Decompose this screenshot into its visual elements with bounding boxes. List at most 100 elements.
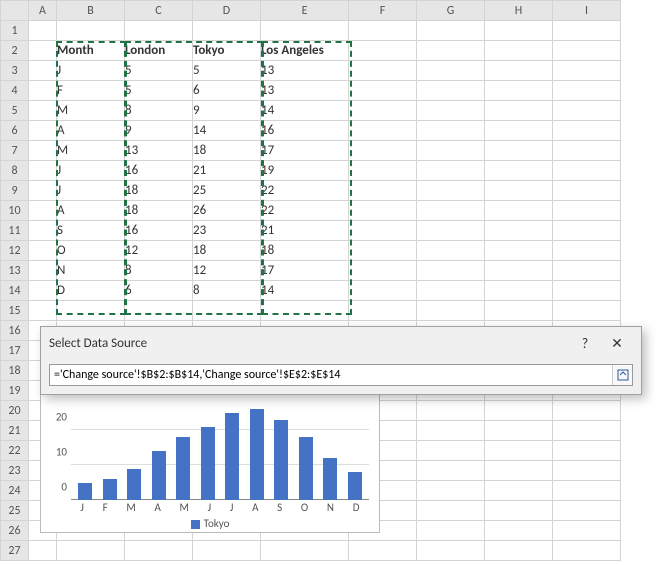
row-header[interactable]: 25	[1, 501, 29, 521]
row-header[interactable]: 18	[1, 361, 29, 381]
cell[interactable]: 18	[193, 141, 261, 161]
cell[interactable]: 17	[261, 261, 349, 281]
row-header[interactable]: 8	[1, 161, 29, 181]
cell[interactable]: 21	[261, 221, 349, 241]
row-header[interactable]: 22	[1, 441, 29, 461]
cell[interactable]: J	[57, 181, 125, 201]
col-header[interactable]: C	[125, 1, 193, 21]
select-data-source-dialog[interactable]: Select Data Source ? ✕	[40, 326, 642, 395]
row-header[interactable]: 1	[1, 21, 29, 41]
cell[interactable]: 9	[193, 101, 261, 121]
row-header[interactable]: 10	[1, 201, 29, 221]
cell[interactable]: M	[57, 101, 125, 121]
cell[interactable]: A	[57, 201, 125, 221]
cell[interactable]: 16	[261, 121, 349, 141]
cell[interactable]: Tokyo	[193, 41, 261, 61]
cell[interactable]: 14	[261, 101, 349, 121]
cell[interactable]: 5	[193, 61, 261, 81]
select-all-corner[interactable]	[1, 1, 29, 21]
cell[interactable]: 5	[125, 81, 193, 101]
row-header[interactable]: 3	[1, 61, 29, 81]
cell[interactable]: 19	[261, 161, 349, 181]
row-header[interactable]: 9	[1, 181, 29, 201]
cell[interactable]: 17	[261, 141, 349, 161]
row-header[interactable]: 2	[1, 41, 29, 61]
cell[interactable]: 13	[125, 141, 193, 161]
cell[interactable]: J	[57, 161, 125, 181]
row-header[interactable]: 20	[1, 401, 29, 421]
col-header[interactable]: A	[29, 1, 57, 21]
row-header[interactable]: 17	[1, 341, 29, 361]
cell[interactable]: 18	[125, 201, 193, 221]
row-header[interactable]: 23	[1, 461, 29, 481]
row-header[interactable]: 12	[1, 241, 29, 261]
x-tick: D	[353, 501, 360, 514]
cell[interactable]: 13	[261, 61, 349, 81]
cell[interactable]: 16	[125, 221, 193, 241]
row-header[interactable]: 13	[1, 261, 29, 281]
cell[interactable]: 21	[193, 161, 261, 181]
row-header[interactable]: 5	[1, 101, 29, 121]
close-button[interactable]: ✕	[601, 333, 633, 354]
cell[interactable]: M	[57, 141, 125, 161]
cell[interactable]: 6	[193, 81, 261, 101]
cell[interactable]: 16	[125, 161, 193, 181]
cell[interactable]: 9	[125, 121, 193, 141]
col-header[interactable]: D	[193, 1, 261, 21]
row-header[interactable]: 6	[1, 121, 29, 141]
row-header[interactable]: 7	[1, 141, 29, 161]
cell[interactable]: A	[57, 121, 125, 141]
chart-data-range-input[interactable]	[50, 365, 612, 385]
row-header[interactable]: 16	[1, 321, 29, 341]
col-header[interactable]: E	[261, 1, 349, 21]
row-header[interactable]: 21	[1, 421, 29, 441]
cell[interactable]: N	[57, 261, 125, 281]
cell[interactable]: 23	[193, 221, 261, 241]
cell[interactable]: 8	[125, 101, 193, 121]
cell[interactable]: 26	[193, 201, 261, 221]
help-button[interactable]: ?	[569, 333, 601, 354]
x-tick: J	[80, 501, 84, 514]
cell[interactable]: 18	[261, 241, 349, 261]
col-header[interactable]: F	[349, 1, 417, 21]
row-header[interactable]: 11	[1, 221, 29, 241]
cell[interactable]: 8	[193, 281, 261, 301]
cell[interactable]: F	[57, 81, 125, 101]
cell[interactable]: 5	[125, 61, 193, 81]
x-tick: S	[277, 501, 282, 514]
cell[interactable]: 18	[193, 241, 261, 261]
row-header[interactable]: 14	[1, 281, 29, 301]
row-header[interactable]: 27	[1, 541, 29, 561]
cell[interactable]: 12	[125, 241, 193, 261]
embedded-chart[interactable]: 0 10 20 JFMAMJJASOND Tokyo	[40, 388, 380, 533]
cell[interactable]: 12	[193, 261, 261, 281]
cell[interactable]: 8	[125, 261, 193, 281]
cell[interactable]: 6	[125, 281, 193, 301]
cell[interactable]: D	[57, 281, 125, 301]
row-header[interactable]: 15	[1, 301, 29, 321]
cell[interactable]: 25	[193, 181, 261, 201]
row-header[interactable]: 4	[1, 81, 29, 101]
cell[interactable]: 13	[261, 81, 349, 101]
cell[interactable]: 22	[261, 181, 349, 201]
col-header[interactable]: B	[57, 1, 125, 21]
col-header[interactable]: G	[417, 1, 485, 21]
cell[interactable]: 14	[193, 121, 261, 141]
cell[interactable]: Month	[57, 41, 125, 61]
chart-bar	[225, 413, 239, 501]
cell[interactable]: S	[57, 221, 125, 241]
cell[interactable]: J	[57, 61, 125, 81]
cell[interactable]: London	[125, 41, 193, 61]
cell[interactable]: 22	[261, 201, 349, 221]
row-header[interactable]: 19	[1, 381, 29, 401]
col-header[interactable]: I	[553, 1, 621, 21]
row-header[interactable]: 26	[1, 521, 29, 541]
cell[interactable]: 18	[125, 181, 193, 201]
cell[interactable]: Los Angeles	[261, 41, 349, 61]
col-header[interactable]: H	[485, 1, 553, 21]
cell[interactable]: 14	[261, 281, 349, 301]
x-tick: F	[103, 501, 108, 514]
collapse-dialog-button[interactable]	[612, 365, 632, 385]
cell[interactable]: O	[57, 241, 125, 261]
row-header[interactable]: 24	[1, 481, 29, 501]
